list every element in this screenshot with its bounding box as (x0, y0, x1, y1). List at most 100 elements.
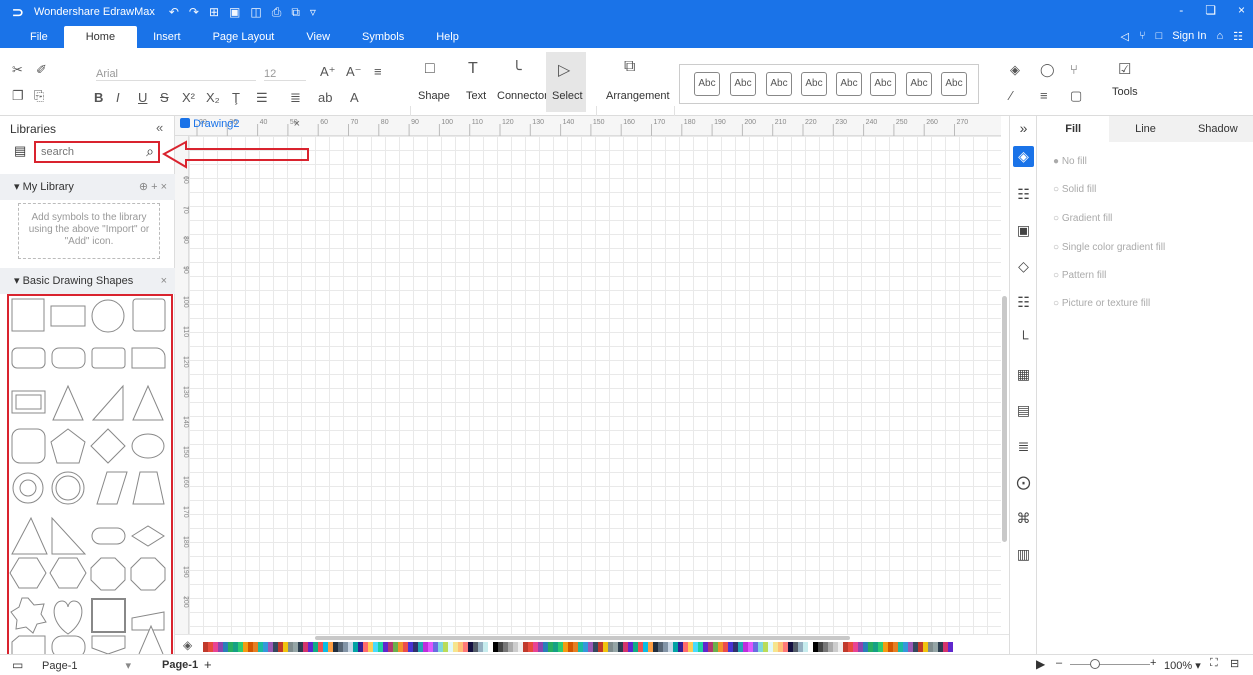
tools-label[interactable]: Tools (1112, 86, 1138, 98)
tab-line[interactable]: Line (1109, 116, 1181, 142)
italic-icon[interactable]: I (116, 90, 120, 105)
add-page-button[interactable]: + (204, 657, 212, 672)
undo-icon[interactable]: ↶ (169, 5, 179, 20)
horizontal-scroll-thumb[interactable] (315, 636, 850, 640)
zoom-slider-handle[interactable] (1090, 659, 1100, 669)
search-input[interactable] (41, 146, 131, 158)
arrangement-label[interactable]: Arrangement (606, 90, 670, 102)
text-tool-icon[interactable]: T (468, 60, 478, 78)
close-button[interactable]: × (1238, 3, 1245, 17)
tab-insert[interactable]: Insert (137, 26, 197, 48)
style-sample[interactable]: Abc (801, 72, 827, 96)
page-icon[interactable]: ☷ (1013, 292, 1034, 313)
text-format-icon[interactable]: ≣ (1013, 436, 1034, 457)
fill-option-solid[interactable]: ○ Solid fill (1053, 184, 1096, 195)
new-icon[interactable]: ⊞ (209, 5, 219, 20)
maximize-button[interactable]: ❏ (1205, 3, 1216, 17)
fill-option-pattern[interactable]: ○ Pattern fill (1053, 270, 1106, 281)
vertical-scrollbar[interactable] (1001, 136, 1009, 634)
chart-icon[interactable]: └ (1013, 328, 1034, 349)
format-painter-icon[interactable]: ✐ (36, 62, 47, 78)
sign-in-link[interactable]: Sign In (1172, 30, 1206, 43)
apps-icon[interactable]: ☷ (1233, 30, 1243, 43)
color-swatch[interactable] (948, 642, 953, 652)
tab-symbols[interactable]: Symbols (346, 26, 420, 48)
my-library-actions[interactable]: ⊕ + × (139, 174, 167, 200)
tab-home[interactable]: Home (63, 26, 138, 48)
bold-icon[interactable]: B (94, 90, 103, 105)
zoom-level[interactable]: 100% ▾ (1164, 659, 1201, 672)
presentation-icon[interactable]: ▥ (1013, 544, 1034, 565)
line-style-icon[interactable]: ≡ (1040, 88, 1048, 103)
close-tab-icon[interactable]: × (294, 118, 300, 130)
vertical-scroll-thumb[interactable] (1002, 296, 1007, 542)
fill-option-none[interactable]: ● No fill (1053, 156, 1087, 167)
connector-tool-icon[interactable]: ╰ (512, 60, 522, 80)
font-family-select[interactable]: Arial (96, 68, 256, 81)
copy-icon[interactable]: ❐ (12, 88, 24, 104)
style-sample[interactable]: Abc (941, 72, 967, 96)
theme-icon[interactable]: ⌂ (1216, 30, 1223, 43)
play-icon[interactable]: ▶ (1036, 657, 1045, 671)
text-label[interactable]: Text (466, 90, 486, 102)
publish-icon[interactable]: ◁ (1120, 30, 1128, 43)
superscript-icon[interactable]: X² (182, 90, 195, 105)
connector-label[interactable]: Connector (497, 90, 548, 102)
open-icon[interactable]: ▣ (229, 5, 240, 20)
tab-fill[interactable]: Fill (1037, 116, 1110, 142)
page-view-icon[interactable]: ▭ (12, 658, 23, 672)
drawing-canvas[interactable] (189, 136, 1001, 634)
select-tool-icon[interactable]: ▷ (558, 60, 570, 80)
text-style-icon[interactable]: Ţ (232, 90, 240, 105)
tab-view[interactable]: View (290, 26, 346, 48)
shadow-icon[interactable]: ▢ (1070, 88, 1082, 104)
tab-page-layout[interactable]: Page Layout (197, 26, 291, 48)
bullets-icon[interactable]: ≣ (290, 90, 301, 106)
position-icon[interactable]: ⑂ (1070, 62, 1078, 77)
export-icon[interactable]: ⧉ (291, 5, 300, 20)
page-tab[interactable]: Page-1 (162, 659, 198, 671)
print-icon[interactable]: ⎙ (272, 5, 282, 20)
tools-icon[interactable]: ☑ (1118, 60, 1131, 78)
color-swatches[interactable] (203, 642, 953, 652)
layers-icon[interactable]: ◇ (1013, 256, 1034, 277)
style-sample[interactable]: Abc (906, 72, 932, 96)
style-sample[interactable]: Abc (870, 72, 896, 96)
library-manage-icon[interactable]: ▤ (14, 143, 26, 159)
style-sample[interactable]: Abc (836, 72, 862, 96)
fill-option-single-gradient[interactable]: ○ Single color gradient fill (1053, 242, 1165, 253)
data-icon[interactable]: ▤ (1013, 400, 1034, 421)
decrease-font-icon[interactable]: A⁻ (346, 64, 362, 80)
text-case-icon[interactable]: ab (318, 90, 332, 105)
subscript-icon[interactable]: X₂ (206, 90, 220, 105)
user-icon[interactable]: □ (1156, 30, 1163, 43)
tab-shadow[interactable]: Shadow (1182, 116, 1253, 142)
minimize-button[interactable]: - (1179, 3, 1183, 17)
shape-tool-icon[interactable]: □ (425, 60, 435, 78)
collapse-panel-icon[interactable]: « (156, 120, 163, 135)
style-sample[interactable]: Abc (766, 72, 792, 96)
close-library-icon[interactable]: × (161, 268, 167, 294)
image-icon[interactable]: ▣ (1013, 220, 1034, 241)
zoom-in-button[interactable]: + (1150, 657, 1156, 669)
tab-file[interactable]: File (14, 26, 64, 48)
shape-label[interactable]: Shape (418, 90, 450, 102)
mindmap-icon[interactable]: ⌘ (1013, 508, 1034, 529)
increase-font-icon[interactable]: A⁺ (320, 64, 336, 80)
shapes-gallery-svg[interactable] (9, 296, 171, 659)
expand-panel-icon[interactable]: » (1013, 118, 1034, 139)
fill-option-gradient[interactable]: ○ Gradient fill (1053, 213, 1112, 224)
table-icon[interactable]: ▦ (1013, 364, 1034, 385)
strikethrough-icon[interactable]: S (160, 90, 169, 105)
my-library-header[interactable]: ▾ My Library ⊕ + × (0, 174, 175, 200)
select-label[interactable]: Select (552, 90, 583, 102)
document-tab[interactable]: Drawing2 × (180, 118, 302, 132)
org-chart-icon[interactable]: ⨀ (1013, 472, 1034, 493)
font-size-select[interactable]: 12 (264, 68, 306, 81)
page-select[interactable]: Page-1 ▾ (42, 659, 131, 672)
fill-option-picture[interactable]: ○ Picture or texture fill (1053, 298, 1150, 309)
redo-icon[interactable]: ↷ (189, 5, 199, 20)
shape-outline-icon[interactable]: ◯ (1040, 62, 1055, 78)
layout-icon[interactable]: ☷ (1013, 184, 1034, 205)
underline-icon[interactable]: U (138, 90, 147, 105)
